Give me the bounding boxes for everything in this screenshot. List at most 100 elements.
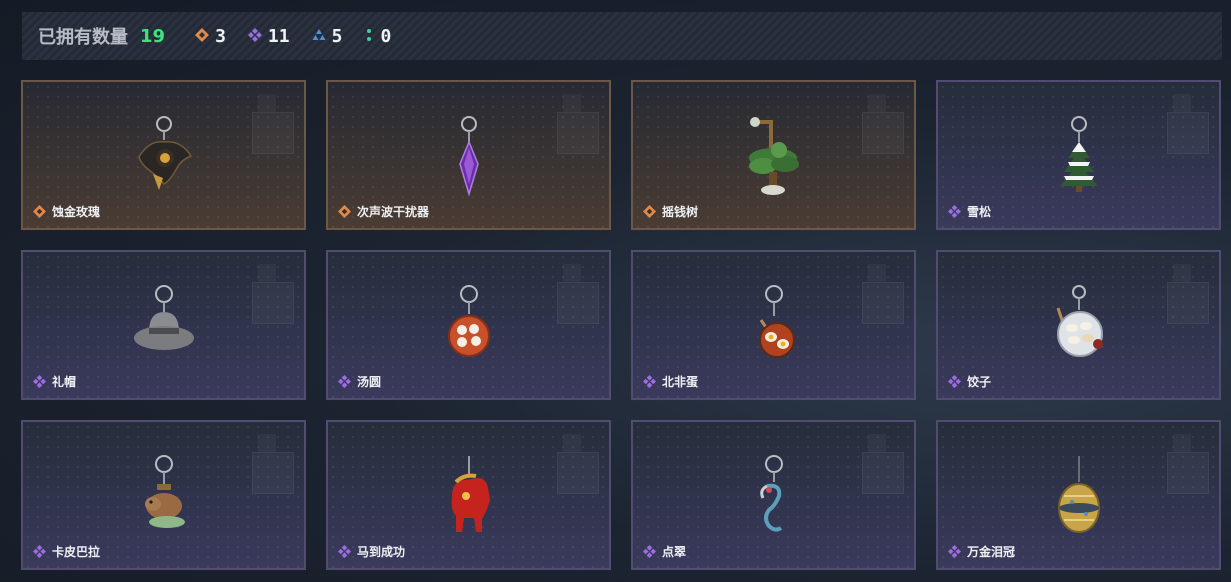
card-decoration <box>557 112 599 154</box>
charm-collection-grid: 蚀金玫瑰 次声波干扰器 摇钱树 雪松 礼帽 汤圆 北非蛋 饺子 卡皮巴拉 马到成… <box>21 80 1221 570</box>
charm-label: 次声波干扰器 <box>338 203 429 220</box>
charm-name: 马到成功 <box>357 545 406 559</box>
charm-name: 次声波干扰器 <box>357 205 430 219</box>
charm-card[interactable]: 摇钱树 <box>631 80 916 230</box>
orange-diamond-rarity-icon <box>643 205 656 218</box>
card-decoration <box>252 112 294 154</box>
card-decoration <box>868 264 886 282</box>
snow-pine-charm-icon <box>1059 116 1098 192</box>
rarity-count-value: 3 <box>215 25 226 47</box>
charm-label: 饺子 <box>948 373 991 390</box>
charm-label: 万金泪冠 <box>948 543 1015 560</box>
card-decoration <box>862 112 904 154</box>
rarity-count-orange: 3 <box>195 26 226 47</box>
card-decoration <box>1173 434 1191 452</box>
card-decoration <box>252 452 294 494</box>
charm-card[interactable]: 万金泪冠 <box>936 420 1221 570</box>
rarity-count-green: 0 <box>364 26 391 47</box>
purple-diamond-rarity-icon <box>948 205 961 218</box>
phoenix-charm-icon <box>759 455 783 532</box>
purple-diamond-rarity-icon <box>948 545 961 558</box>
charm-label: 汤圆 <box>338 373 381 390</box>
rarity-count-value: 0 <box>380 25 392 47</box>
card-decoration <box>1167 112 1209 154</box>
shakshuka-charm-icon <box>758 285 795 358</box>
charm-card[interactable]: 礼帽 <box>21 250 306 400</box>
charm-card[interactable]: 蚀金玫瑰 <box>21 80 306 230</box>
charm-card[interactable]: 次声波干扰器 <box>326 80 611 230</box>
charm-card[interactable]: 卡皮巴拉 <box>21 420 306 570</box>
tangyuan-charm-icon <box>447 285 490 357</box>
card-decoration <box>868 94 886 112</box>
charm-name: 摇钱树 <box>662 205 699 219</box>
purple-diamond-rarity-icon <box>247 27 262 46</box>
purple-diamond-rarity-icon <box>33 375 46 388</box>
charm-name: 万金泪冠 <box>967 545 1016 559</box>
charm-label: 北非蛋 <box>643 373 698 390</box>
card-decoration <box>862 452 904 494</box>
rarity-count-value: 11 <box>267 25 290 47</box>
card-decoration <box>258 434 276 452</box>
charm-card[interactable]: 点翠 <box>631 420 916 570</box>
hat-charm-icon <box>133 285 194 350</box>
charm-label: 卡皮巴拉 <box>33 543 100 560</box>
purple-diamond-rarity-icon <box>948 375 961 388</box>
charm-name: 礼帽 <box>52 375 77 389</box>
purple-diamond-rarity-icon <box>338 375 351 388</box>
card-decoration <box>557 452 599 494</box>
card-decoration <box>862 282 904 324</box>
orange-diamond-rarity-icon <box>338 205 351 218</box>
charm-name: 蚀金玫瑰 <box>52 205 101 219</box>
rarity-count-purple: 11 <box>247 25 290 47</box>
card-decoration <box>258 264 276 282</box>
charm-card[interactable]: 马到成功 <box>326 420 611 570</box>
card-decoration <box>1167 282 1209 324</box>
orange-diamond-rarity-icon <box>195 27 210 46</box>
charm-name: 卡皮巴拉 <box>52 545 101 559</box>
charm-label: 点翠 <box>643 543 686 560</box>
charm-name: 饺子 <box>967 375 992 389</box>
purple-diamond-rarity-icon <box>33 545 46 558</box>
charm-label: 马到成功 <box>338 543 405 560</box>
charm-label: 蚀金玫瑰 <box>33 203 100 220</box>
money-tree-charm-icon <box>748 117 799 195</box>
charm-label: 摇钱树 <box>643 203 698 220</box>
card-decoration <box>563 434 581 452</box>
charm-card[interactable]: 汤圆 <box>326 250 611 400</box>
card-decoration <box>563 264 581 282</box>
purple-diamond-rarity-icon <box>643 545 656 558</box>
charm-label: 礼帽 <box>33 373 76 390</box>
charm-card[interactable]: 雪松 <box>936 80 1221 230</box>
card-decoration <box>258 94 276 112</box>
card-decoration <box>1173 264 1191 282</box>
card-decoration <box>1167 452 1209 494</box>
rarity-count-value: 5 <box>331 25 343 47</box>
golden-crown-charm-icon <box>1057 456 1100 533</box>
purple-diamond-rarity-icon <box>643 375 656 388</box>
owned-count-label: 已拥有数量 <box>38 27 128 48</box>
charm-name: 北非蛋 <box>662 375 699 389</box>
card-decoration <box>563 94 581 112</box>
golden-rose-charm-icon <box>137 116 192 190</box>
capybara-charm-icon <box>144 455 185 528</box>
card-decoration <box>1173 94 1191 112</box>
horse-charm-icon <box>451 456 490 532</box>
green-dots-rarity-icon <box>364 27 374 46</box>
charm-card[interactable]: 北非蛋 <box>631 250 916 400</box>
rarity-count-blue: 5 <box>312 25 343 47</box>
purple-diamond-rarity-icon <box>338 545 351 558</box>
card-decoration <box>557 282 599 324</box>
charm-name: 雪松 <box>967 205 992 219</box>
collection-summary-bar: 已拥有数量 19 3 11 5 0 <box>22 12 1222 60</box>
charm-name: 汤圆 <box>357 375 382 389</box>
charm-name: 点翠 <box>662 545 687 559</box>
card-decoration <box>252 282 294 324</box>
charm-card[interactable]: 饺子 <box>936 250 1221 400</box>
charm-label: 雪松 <box>948 203 991 220</box>
dumplings-charm-icon <box>1056 285 1103 357</box>
orange-diamond-rarity-icon <box>33 205 46 218</box>
infrasound-jammer-charm-icon <box>458 116 479 197</box>
card-decoration <box>868 434 886 452</box>
owned-count-total: 19 <box>140 25 166 47</box>
blue-triangle-rarity-icon <box>312 27 326 46</box>
